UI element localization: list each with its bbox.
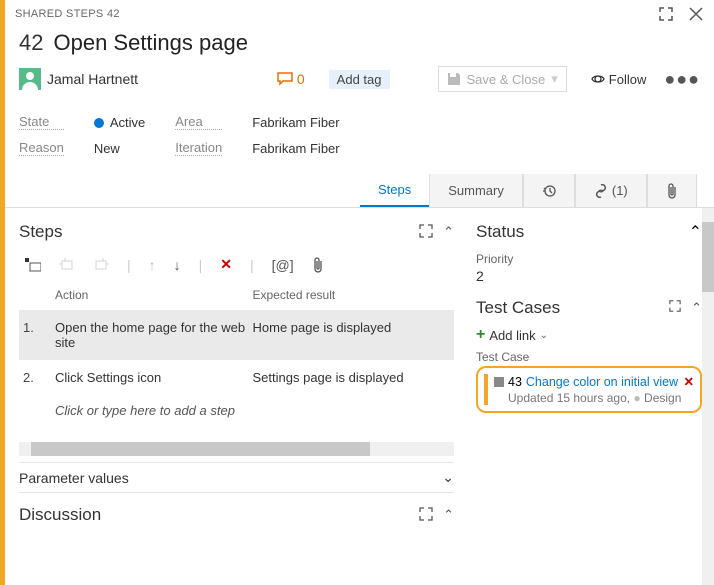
col-action: Action (55, 288, 253, 302)
iteration-field[interactable]: Fabrikam Fiber (252, 141, 700, 156)
steps-section-title: Steps (19, 222, 62, 242)
reason-field[interactable]: New (94, 141, 145, 156)
collapse-icon[interactable]: ⌃ (689, 222, 702, 242)
test-case-type-icon (494, 377, 504, 387)
save-close-button: Save & Close ▾ (438, 66, 567, 92)
test-case-updated: Updated 15 hours ago, (508, 391, 630, 405)
test-case-label: Test Case (476, 350, 702, 364)
insert-shared-icon (59, 258, 75, 272)
avatar (19, 68, 41, 90)
move-down-icon[interactable]: ↓ (174, 257, 181, 273)
attach-icon[interactable] (312, 257, 324, 273)
tab-history[interactable] (523, 174, 575, 207)
collapse-icon[interactable]: ⌃ (443, 507, 454, 523)
discussion-count[interactable]: 0 (277, 71, 305, 87)
priority-label: Priority (476, 252, 702, 266)
expand-icon[interactable] (669, 300, 681, 316)
insert-step-icon[interactable] (25, 258, 41, 272)
add-tag-button[interactable]: Add tag (329, 70, 390, 89)
discussion-title: Discussion (19, 505, 101, 525)
area-label: Area (175, 114, 222, 130)
test-case-link[interactable]: Change color on initial view (526, 375, 678, 389)
close-icon[interactable] (688, 6, 704, 22)
delete-step-icon[interactable]: ✕ (220, 256, 232, 273)
chevron-down-icon[interactable]: ⌄ (442, 469, 454, 486)
expand-icon[interactable] (419, 224, 433, 240)
work-item-title[interactable]: Open Settings page (53, 30, 247, 56)
state-label: State (19, 114, 64, 130)
collapse-icon[interactable]: ⌃ (443, 224, 454, 240)
work-item-category: SHARED STEPS (15, 8, 104, 20)
add-link-button[interactable]: + Add link ⌄ (476, 326, 702, 344)
state-dot-icon (94, 118, 104, 128)
horizontal-scrollbar[interactable] (19, 442, 454, 456)
step-row[interactable]: 2. Click Settings icon Settings page is … (19, 360, 454, 395)
expand-icon[interactable] (419, 507, 433, 523)
tab-links[interactable]: (1) (575, 174, 647, 207)
move-up-icon: ↑ (149, 257, 156, 273)
test-case-id: 43 (508, 375, 522, 389)
follow-button[interactable]: Follow (591, 72, 647, 87)
collapse-icon[interactable]: ⌃ (691, 300, 702, 316)
add-step-placeholder[interactable]: Click or type here to add a step (19, 395, 454, 426)
create-shared-icon (93, 258, 109, 272)
tab-attachments[interactable] (647, 174, 697, 207)
more-actions-icon[interactable]: ●●● (664, 69, 700, 90)
test-case-state: Design (644, 391, 681, 405)
area-field[interactable]: Fabrikam Fiber (252, 115, 700, 130)
assignee-field[interactable]: Jamal Hartnett (19, 68, 138, 90)
work-item-id: 42 (19, 30, 43, 56)
tab-steps[interactable]: Steps (360, 174, 429, 207)
remove-link-icon[interactable]: ✕ (684, 374, 694, 389)
tab-summary[interactable]: Summary (429, 174, 523, 207)
iteration-label: Iteration (175, 140, 222, 156)
plus-icon: + (476, 326, 485, 344)
step-row[interactable]: 1. Open the home page for the web site H… (19, 310, 454, 360)
status-title: Status (476, 222, 524, 242)
assignee-name: Jamal Hartnett (47, 71, 138, 87)
insert-param-icon[interactable]: [@] (272, 257, 294, 273)
test-cases-title: Test Cases (476, 298, 560, 318)
col-expected: Expected result (253, 288, 451, 302)
test-case-card[interactable]: 43 Change color on initial view ✕ Update… (476, 366, 702, 413)
state-field[interactable]: Active (94, 115, 145, 130)
work-item-id-small: 42 (107, 8, 120, 20)
parameter-values-title: Parameter values (19, 470, 129, 486)
fullscreen-icon[interactable] (658, 6, 674, 22)
vertical-scrollbar[interactable] (702, 208, 714, 585)
priority-value[interactable]: 2 (476, 268, 702, 284)
reason-label: Reason (19, 140, 64, 156)
